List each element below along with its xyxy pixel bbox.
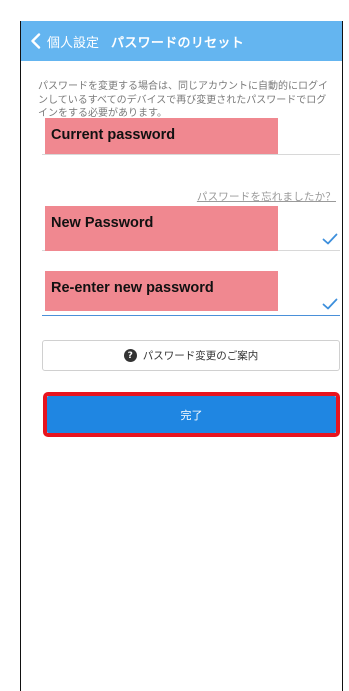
password-guide-label: パスワード変更のご案内 (142, 350, 259, 362)
new-password-label: New Password (45, 206, 278, 251)
reenter-password-field[interactable]: Re-enter new password (42, 271, 340, 316)
current-password-field[interactable]: Current password (42, 118, 340, 155)
app-header: 個人設定 パスワードのリセット (21, 21, 342, 61)
back-link[interactable]: 個人設定 (47, 32, 99, 51)
reenter-password-label: Re-enter new password (45, 271, 278, 311)
chevron-left-icon[interactable] (25, 21, 47, 61)
check-icon (322, 233, 338, 245)
forgot-password-link[interactable]: パスワードを忘れましたか？ (197, 189, 336, 204)
app-screen: 個人設定 パスワードのリセット パスワードを変更する場合は、同じアカウントに自動… (20, 21, 343, 691)
password-guide-button[interactable]: ? パスワード変更のご案内 (42, 340, 340, 371)
new-password-field[interactable]: New Password (42, 206, 340, 251)
description-text: パスワードを変更する場合は、同じアカウントに自動的にログインしているすべてのデバ… (38, 81, 328, 119)
current-password-label: Current password (45, 118, 278, 154)
done-button[interactable]: 完了 (47, 396, 336, 433)
page-title: パスワードのリセット (111, 35, 245, 51)
check-icon (322, 298, 338, 310)
help-icon: ? (123, 349, 137, 362)
